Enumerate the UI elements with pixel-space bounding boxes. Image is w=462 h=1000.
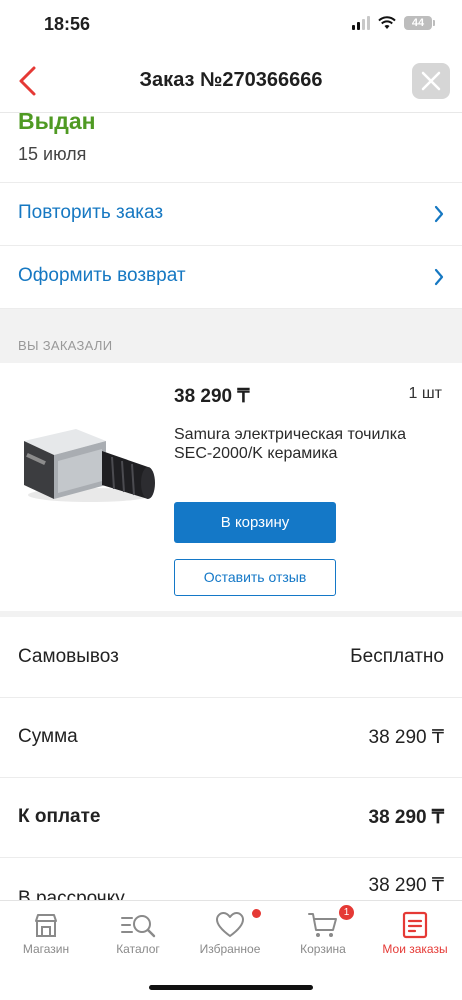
tab-favorites-label: Избранное bbox=[199, 942, 261, 956]
product-card: 38 290 ₸ 1 шт Samura электрическая точил… bbox=[0, 363, 462, 611]
favorites-dot bbox=[252, 909, 261, 918]
product-price: 38 290 ₸ bbox=[174, 386, 250, 407]
status-icons: 44 bbox=[352, 16, 435, 30]
tab-shop-label: Магазин bbox=[22, 942, 70, 956]
ordered-section-header: ВЫ ЗАКАЗАЛИ bbox=[0, 309, 462, 363]
return-order-row[interactable]: Оформить возврат bbox=[0, 246, 462, 309]
page-title: Заказ №270366666 bbox=[139, 69, 323, 91]
home-indicator bbox=[149, 985, 313, 990]
tab-shop[interactable]: Магазин bbox=[6, 911, 86, 956]
shop-icon bbox=[35, 914, 57, 937]
to-pay-label: К оплате bbox=[18, 806, 101, 827]
order-status-block: Выдан 15 июля bbox=[0, 108, 462, 183]
tab-favorites[interactable]: Избранное bbox=[190, 909, 270, 956]
return-order-label: Оформить возврат bbox=[18, 265, 186, 286]
chevron-right-icon bbox=[434, 205, 444, 223]
order-status: Выдан bbox=[18, 108, 96, 134]
cellular-signal-icon bbox=[352, 16, 370, 30]
tab-my-orders-label: Мои заказы bbox=[382, 942, 448, 956]
tab-catalog[interactable]: Каталог bbox=[98, 911, 178, 956]
battery-icon: 44 bbox=[404, 16, 435, 30]
tab-catalog-label: Каталог bbox=[116, 942, 160, 956]
product-name[interactable]: Samura электрическая точилка SEC-2000/K … bbox=[174, 425, 434, 463]
to-pay-row: К оплате 38 290 ₸ bbox=[0, 777, 462, 858]
orders-icon bbox=[402, 911, 428, 939]
cart-count-badge: 1 bbox=[339, 905, 354, 920]
installment-value: 38 290 ₸ bbox=[368, 875, 444, 896]
close-icon bbox=[421, 71, 441, 91]
catalog-search-icon bbox=[121, 915, 156, 938]
add-to-cart-button[interactable]: В корзину bbox=[174, 502, 336, 543]
repeat-order-label: Повторить заказ bbox=[18, 202, 164, 223]
tab-cart[interactable]: 1 Корзина bbox=[283, 905, 363, 956]
tab-cart-label: Корзина bbox=[300, 942, 346, 956]
sum-label: Сумма bbox=[18, 726, 78, 747]
to-pay-value: 38 290 ₸ bbox=[368, 807, 444, 828]
close-button[interactable] bbox=[412, 63, 450, 99]
chevron-right-icon bbox=[434, 268, 444, 286]
leave-review-button[interactable]: Оставить отзыв bbox=[174, 559, 336, 596]
pickup-value: Бесплатно bbox=[350, 646, 444, 667]
status-time: 18:56 bbox=[44, 14, 91, 34]
cart-icon bbox=[308, 913, 337, 937]
pickup-label: Самовывоз bbox=[18, 646, 119, 667]
product-image[interactable] bbox=[18, 399, 158, 509]
repeat-order-row[interactable]: Повторить заказ bbox=[0, 183, 462, 246]
order-date: 15 июля bbox=[18, 144, 87, 164]
ordered-section-label: ВЫ ЗАКАЗАЛИ bbox=[18, 338, 113, 353]
sum-value: 38 290 ₸ bbox=[368, 727, 444, 748]
wifi-icon bbox=[378, 16, 396, 29]
pickup-row: Самовывоз Бесплатно bbox=[0, 617, 462, 698]
status-bar: 18:56 44 bbox=[0, 0, 462, 50]
heart-icon bbox=[216, 912, 244, 937]
tab-my-orders[interactable]: Мои заказы bbox=[375, 911, 455, 956]
product-quantity: 1 шт bbox=[408, 385, 442, 402]
navigation-bar: Заказ №270366666 bbox=[0, 50, 462, 113]
sum-row: Сумма 38 290 ₸ bbox=[0, 697, 462, 778]
